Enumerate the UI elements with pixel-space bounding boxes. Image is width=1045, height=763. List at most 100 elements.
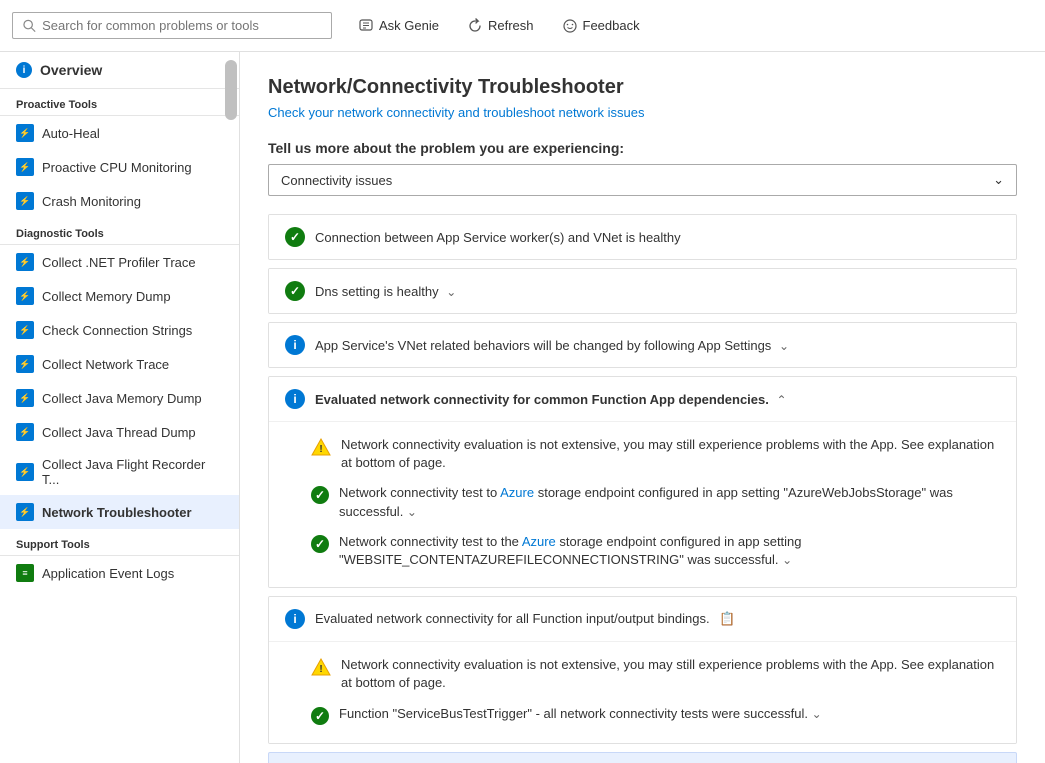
problem-dropdown[interactable]: Connectivity issues ⌄ (268, 164, 1017, 196)
auto-heal-icon: ⚡ (16, 124, 34, 142)
sidebar-label-auto-heal: Auto-Heal (42, 126, 100, 141)
main-layout: i Overview Proactive Tools ⚡ Auto-Heal ⚡… (0, 52, 1045, 763)
dns-chevron-icon: ⌄ (446, 285, 456, 299)
func-deps-warn-text: Network connectivity evaluation is not e… (341, 436, 1000, 472)
sidebar-item-connection-strings[interactable]: ⚡ Check Connection Strings (0, 313, 239, 347)
search-input[interactable] (42, 18, 321, 33)
sidebar-item-java-flight[interactable]: ⚡ Collect Java Flight Recorder T... (0, 449, 239, 495)
sidebar-label-cpu-monitoring: Proactive CPU Monitoring (42, 160, 192, 175)
func-bindings-check1: Function "ServiceBusTestTrigger" - all n… (311, 699, 1000, 731)
explanation-card[interactable]: Explanation of the results and recommend… (268, 752, 1017, 763)
refresh-button[interactable]: Refresh (461, 14, 540, 38)
sidebar: i Overview Proactive Tools ⚡ Auto-Heal ⚡… (0, 52, 240, 763)
func-bindings-warn-text: Network connectivity evaluation is not e… (341, 656, 1000, 692)
result-card-vnet-settings-header[interactable]: i App Service's VNet related behaviors w… (269, 323, 1016, 367)
java-thread-icon: ⚡ (16, 423, 34, 441)
sidebar-item-auto-heal[interactable]: ⚡ Auto-Heal (0, 116, 239, 150)
sidebar-item-crash-monitoring[interactable]: ⚡ Crash Monitoring (0, 184, 239, 218)
scrollbar[interactable] (225, 60, 237, 120)
sidebar-label-network-trace: Collect Network Trace (42, 357, 169, 372)
svg-text:!: ! (319, 444, 322, 455)
vnet-title: Connection between App Service worker(s)… (315, 230, 1000, 245)
network-trace-icon: ⚡ (16, 355, 34, 373)
ask-genie-button[interactable]: Ask Genie (352, 14, 445, 38)
sidebar-item-overview[interactable]: i Overview (0, 52, 239, 89)
result-card-func-deps-body: ! Network connectivity evaluation is not… (269, 421, 1016, 587)
warn-triangle-icon: ! (311, 438, 331, 459)
func-deps-info-icon: i (285, 389, 305, 409)
java-flight-icon: ⚡ (16, 463, 34, 481)
topbar-actions: Ask Genie Refresh Feedback (352, 14, 646, 38)
dns-check-icon (285, 281, 305, 301)
search-box[interactable] (12, 12, 332, 39)
refresh-label: Refresh (488, 18, 534, 33)
result-card-vnet-header[interactable]: Connection between App Service worker(s)… (269, 215, 1016, 259)
sidebar-item-net-profiler[interactable]: ⚡ Collect .NET Profiler Trace (0, 245, 239, 279)
sidebar-item-network-trace[interactable]: ⚡ Collect Network Trace (0, 347, 239, 381)
func-bindings-warn-icon: ! (311, 658, 331, 679)
sidebar-label-java-memory: Collect Java Memory Dump (42, 391, 202, 406)
vnet-settings-info-icon: i (285, 335, 305, 355)
ask-genie-label: Ask Genie (379, 18, 439, 33)
result-card-dns-header[interactable]: Dns setting is healthy ⌄ (269, 269, 1016, 313)
overview-icon: i (16, 62, 32, 78)
genie-icon (358, 18, 374, 34)
sidebar-item-cpu-monitoring[interactable]: ⚡ Proactive CPU Monitoring (0, 150, 239, 184)
page-subtitle: Check your network connectivity and trou… (268, 105, 1017, 120)
refresh-icon (467, 18, 483, 34)
section-title-diagnostic: Diagnostic Tools (0, 218, 239, 245)
sidebar-item-java-memory[interactable]: ⚡ Collect Java Memory Dump (0, 381, 239, 415)
sidebar-label-memory-dump: Collect Memory Dump (42, 289, 171, 304)
svg-text:!: ! (319, 664, 322, 675)
func-deps-check2: Network connectivity test to the Azure s… (311, 527, 1000, 575)
result-card-func-deps-header[interactable]: i Evaluated network connectivity for com… (269, 377, 1016, 421)
app-event-logs-icon: ≡ (16, 564, 34, 582)
feedback-button[interactable]: Feedback (556, 14, 646, 38)
copy-icon[interactable]: 📋 (719, 611, 735, 626)
section-title-proactive: Proactive Tools (0, 89, 239, 116)
func-bindings-check1-toggle[interactable]: ⌄ (812, 707, 822, 721)
sidebar-item-java-thread[interactable]: ⚡ Collect Java Thread Dump (0, 415, 239, 449)
result-card-func-bindings-header[interactable]: i Evaluated network connectivity for all… (269, 597, 1016, 641)
func-deps-check2-toggle[interactable]: ⌄ (782, 553, 792, 567)
feedback-icon (562, 18, 578, 34)
sidebar-item-app-event-logs[interactable]: ≡ Application Event Logs (0, 556, 239, 590)
dns-title: Dns setting is healthy ⌄ (315, 284, 1000, 299)
func-deps-title: Evaluated network connectivity for commo… (315, 392, 1000, 407)
overview-label: Overview (40, 62, 102, 78)
result-card-func-deps: i Evaluated network connectivity for com… (268, 376, 1017, 588)
content-area: Network/Connectivity Troubleshooter Chec… (240, 52, 1045, 763)
func-bindings-info-icon: i (285, 609, 305, 629)
sidebar-label-app-event-logs: Application Event Logs (42, 566, 174, 581)
func-deps-check2-text: Network connectivity test to the Azure s… (339, 533, 1000, 569)
result-card-func-bindings: i Evaluated network connectivity for all… (268, 596, 1017, 743)
func-bindings-warn-item: ! Network connectivity evaluation is not… (311, 650, 1000, 698)
dropdown-value: Connectivity issues (281, 173, 392, 188)
network-troubleshooter-icon: ⚡ (16, 503, 34, 521)
result-card-dns: Dns setting is healthy ⌄ (268, 268, 1017, 314)
search-icon (23, 19, 36, 33)
func-deps-check1-text: Network connectivity test to Azure stora… (339, 484, 1000, 520)
feedback-label: Feedback (583, 18, 640, 33)
func-deps-check1-toggle[interactable]: ⌄ (407, 505, 417, 519)
memory-dump-icon: ⚡ (16, 287, 34, 305)
page-title: Network/Connectivity Troubleshooter (268, 76, 1017, 99)
func-deps-check1-icon (311, 486, 329, 504)
net-profiler-icon: ⚡ (16, 253, 34, 271)
func-bindings-check1-text: Function "ServiceBusTestTrigger" - all n… (339, 705, 822, 723)
func-deps-check2-icon (311, 535, 329, 553)
crash-monitoring-icon: ⚡ (16, 192, 34, 210)
sidebar-label-network-troubleshooter: Network Troubleshooter (42, 505, 192, 520)
func-bindings-title: Evaluated network connectivity for all F… (315, 611, 1000, 627)
sidebar-item-network-troubleshooter[interactable]: ⚡ Network Troubleshooter (0, 495, 239, 529)
vnet-settings-chevron-icon: ⌄ (779, 339, 789, 353)
java-memory-icon: ⚡ (16, 389, 34, 407)
chevron-down-icon: ⌄ (993, 172, 1004, 188)
func-deps-check1: Network connectivity test to Azure stora… (311, 478, 1000, 526)
result-card-vnet: Connection between App Service worker(s)… (268, 214, 1017, 260)
sidebar-label-connection-strings: Check Connection Strings (42, 323, 192, 338)
sidebar-item-memory-dump[interactable]: ⚡ Collect Memory Dump (0, 279, 239, 313)
sidebar-label-crash-monitoring: Crash Monitoring (42, 194, 141, 209)
result-card-func-bindings-body: ! Network connectivity evaluation is not… (269, 641, 1016, 742)
func-deps-chevron-icon: ⌃ (777, 393, 787, 407)
